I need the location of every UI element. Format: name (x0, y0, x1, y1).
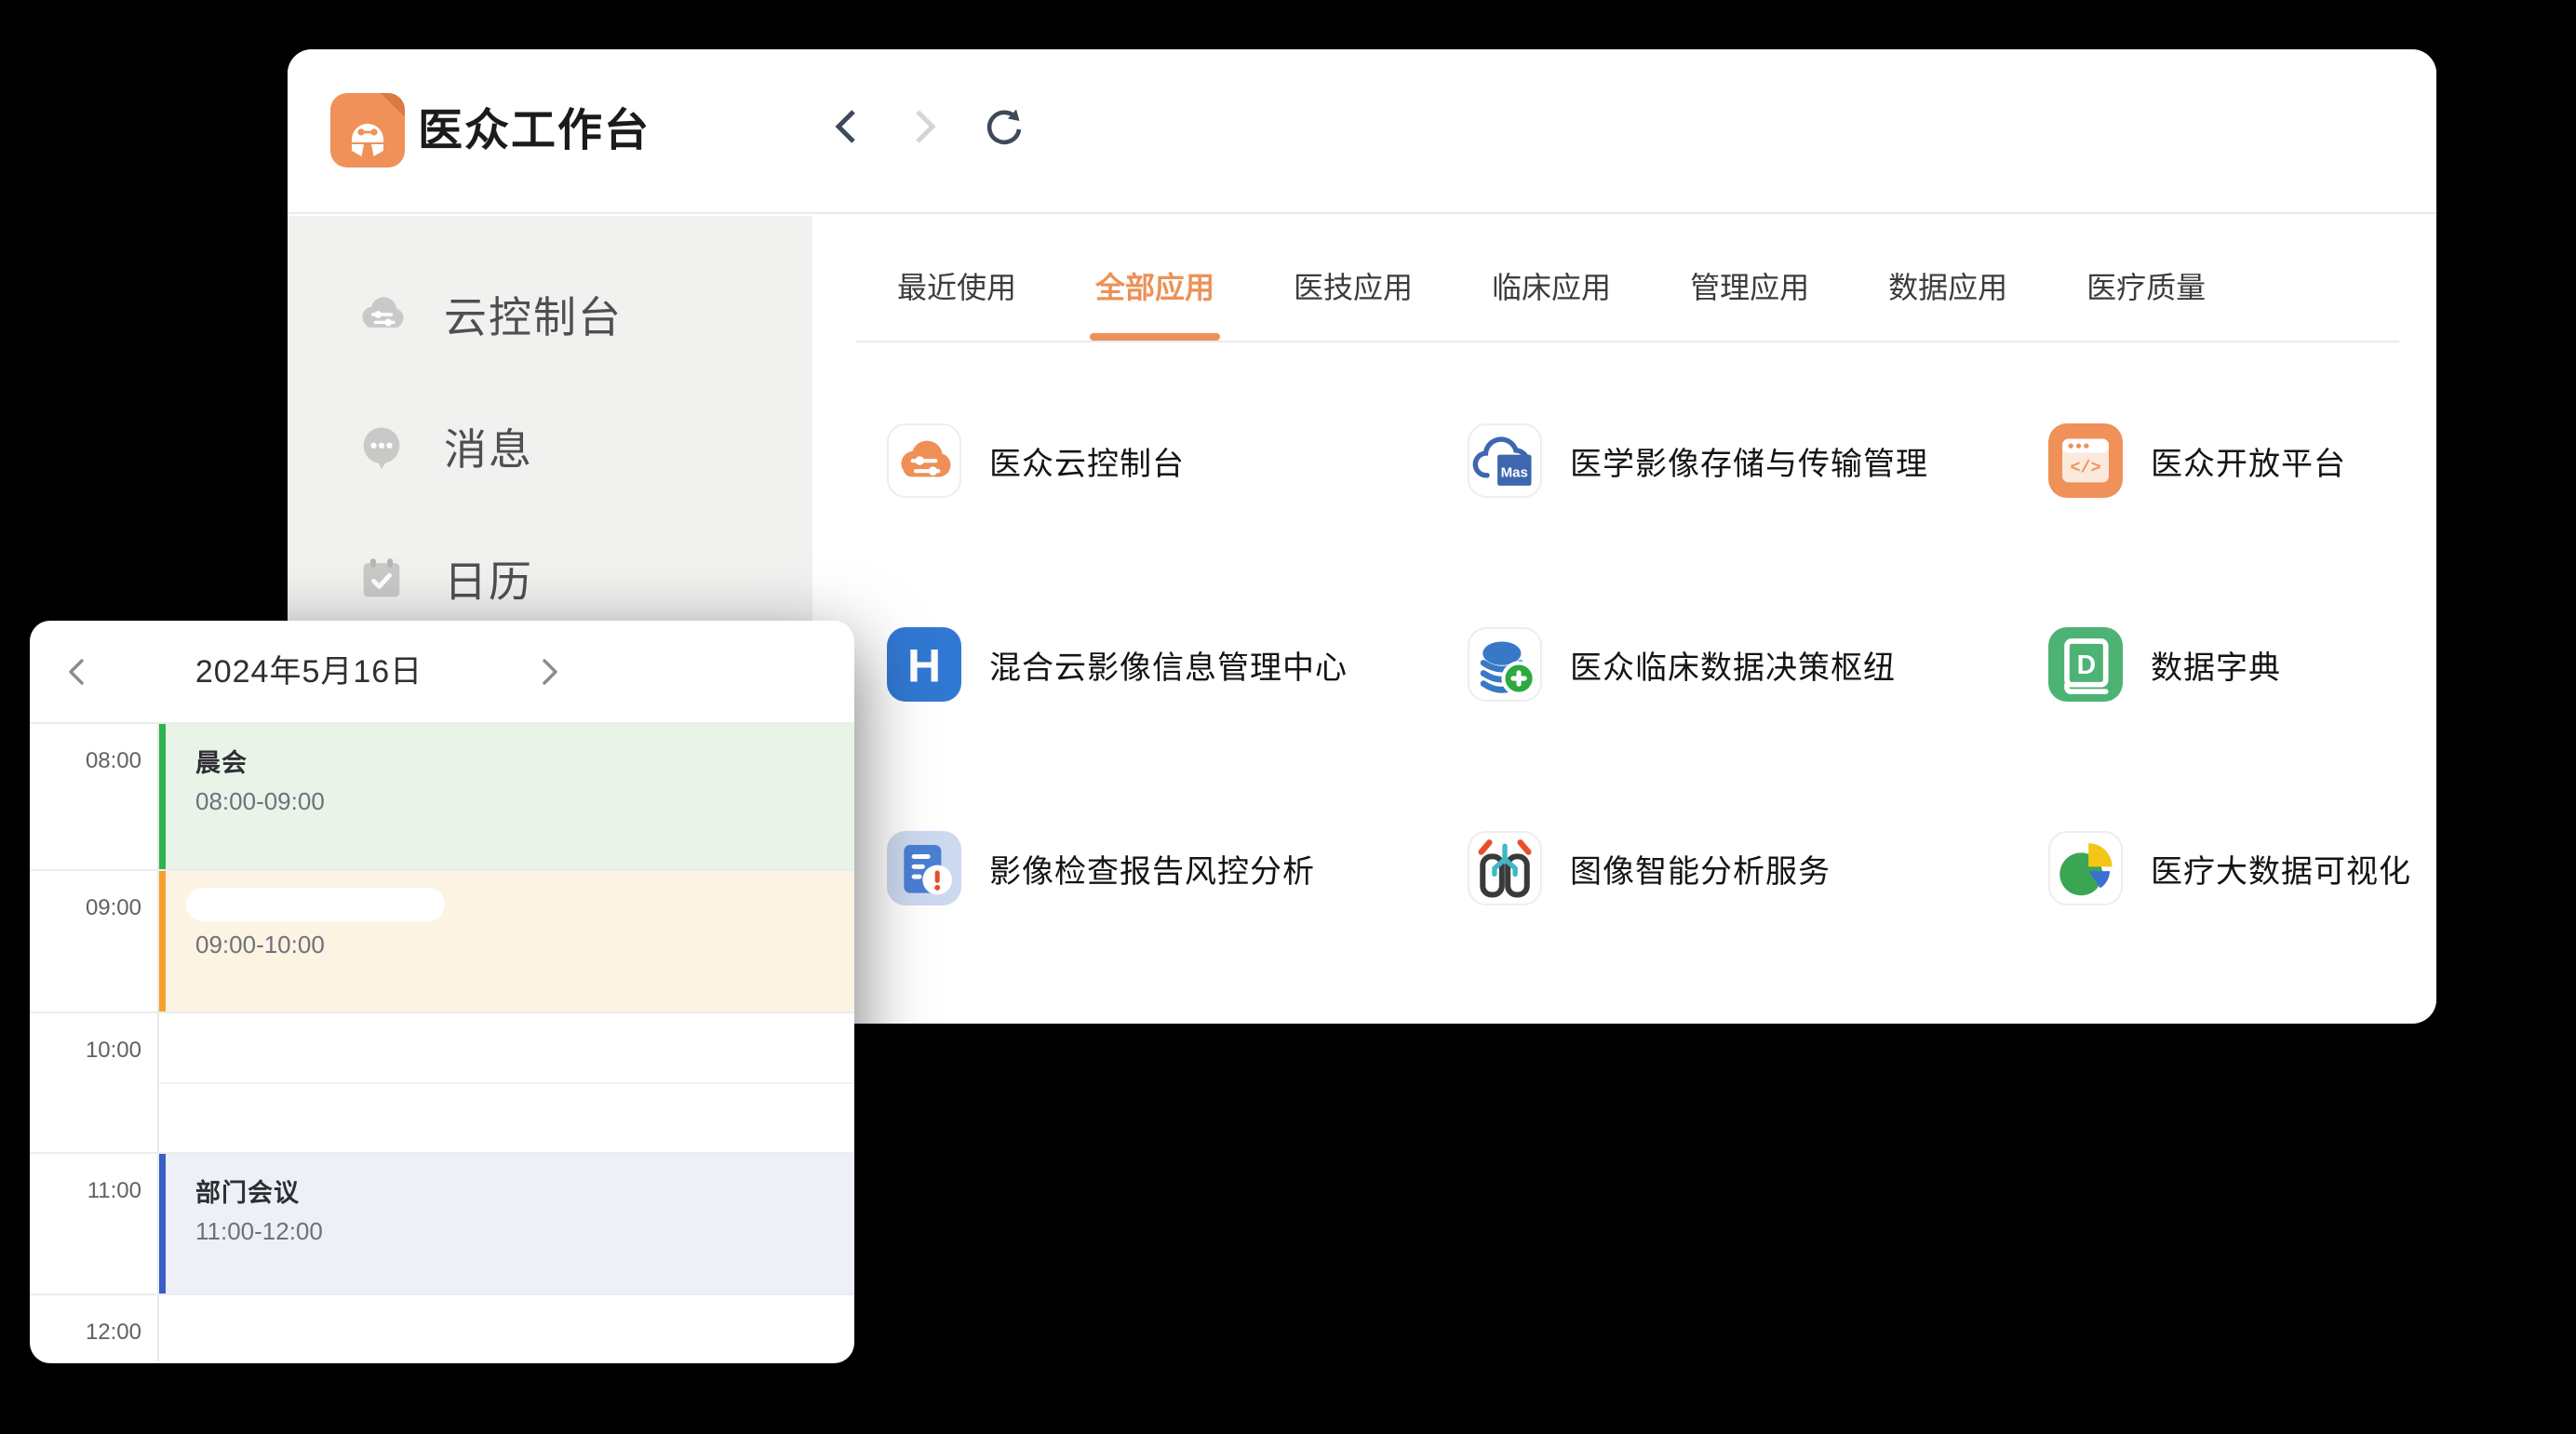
back-button[interactable] (825, 104, 870, 149)
app-label: 医众云控制台 (989, 438, 1185, 484)
app-image-ai-analysis[interactable]: 图像智能分析服务 (1468, 831, 2048, 905)
calendar-event-redacted[interactable]: 09:00-10:00 (159, 871, 854, 1012)
window-header: 医众工作台 (288, 49, 2436, 214)
logo-fold (381, 93, 405, 117)
time-slot-1000[interactable]: 10:00 (30, 1012, 854, 1152)
content-area: 最近使用 全部应用 医技应用 临床应用 管理应用 数据应用 医疗质量 (812, 216, 2436, 1024)
app-hybrid-cloud-center[interactable]: H 混合云影像信息管理中心 (887, 627, 1468, 702)
app-label: 医疗大数据可视化 (2151, 846, 2411, 891)
app-label: 医众开放平台 (2151, 438, 2346, 484)
calendar-day-grid: 08:00 晨会 08:00-09:00 09:00 09:00-10:00 1… (30, 724, 854, 1361)
cloud-sliders-icon (887, 423, 961, 498)
event-title: 晨会 (195, 743, 854, 779)
sidebar-item-label: 日历 (444, 548, 533, 610)
app-title: 医众工作台 (418, 49, 651, 212)
chat-bubble-icon (355, 420, 409, 474)
calendar-check-icon (355, 552, 409, 606)
refresh-icon (981, 104, 1026, 149)
code-window-icon: </> (2048, 423, 2123, 498)
tab-all-apps[interactable]: 全部应用 (1095, 264, 1214, 341)
calendar-event-morning-meeting[interactable]: 晨会 08:00-09:00 (159, 724, 854, 869)
tab-bar: 最近使用 全部应用 医技应用 临床应用 管理应用 数据应用 医疗质量 (856, 216, 2399, 342)
app-report-risk-analysis[interactable]: 影像检查报告风控分析 (887, 831, 1468, 905)
event-time: 11:00-12:00 (195, 1217, 854, 1246)
app-logo-icon (330, 93, 405, 168)
app-label: 混合云影像信息管理中心 (989, 642, 1348, 688)
tab-quality[interactable]: 医疗质量 (2086, 264, 2206, 341)
tab-clinical-apps[interactable]: 临床应用 (1492, 264, 1611, 341)
app-label: 影像检查报告风控分析 (989, 846, 1315, 891)
time-label: 10:00 (30, 1038, 141, 1064)
sidebar-item-label: 云控制台 (444, 284, 623, 345)
app-label: 图像智能分析服务 (1570, 846, 1831, 891)
sidebar-item-label: 消息 (444, 416, 533, 477)
chevron-right-icon (901, 104, 946, 149)
time-label: 12:00 (30, 1320, 141, 1346)
svg-text:D: D (2077, 650, 2096, 680)
tab-medtech-apps[interactable]: 医技应用 (1294, 264, 1413, 341)
calendar-header: 2024年5月16日 (30, 621, 854, 724)
app-image-storage[interactable]: Mas 医学影像存储与传输管理 (1468, 423, 2048, 498)
event-time: 09:00-10:00 (195, 931, 854, 959)
chevron-right-icon (529, 651, 570, 692)
letter-h-icon: H (887, 627, 961, 702)
event-title-redacted-pill (186, 888, 445, 921)
event-title: 部门会议 (195, 1173, 854, 1209)
pie-chart-icon (2048, 831, 2123, 905)
app-clinical-data-hub[interactable]: 医众临床数据决策枢纽 (1468, 627, 2048, 702)
time-slot-0900[interactable]: 09:00 09:00-10:00 (30, 869, 854, 1012)
time-slot-1200[interactable]: 12:00 (30, 1293, 854, 1361)
sidebar-item-messages[interactable]: 消息 (288, 381, 812, 513)
app-cloud-console[interactable]: 医众云控制台 (887, 423, 1468, 498)
calendar-prev-button[interactable] (57, 651, 98, 692)
tab-management-apps[interactable]: 管理应用 (1690, 264, 1809, 341)
cloud-mas-icon: Mas (1468, 423, 1542, 498)
time-label: 11:00 (30, 1178, 141, 1204)
app-label: 医众临床数据决策枢纽 (1570, 642, 1896, 688)
app-data-dictionary[interactable]: D 数据字典 (2048, 627, 2576, 702)
cloud-sliders-icon (355, 288, 409, 342)
forward-button[interactable] (901, 104, 946, 149)
time-label: 09:00 (30, 895, 141, 921)
screenshot-canvas: 医众工作台 (0, 0, 2576, 1434)
app-big-data-visualization[interactable]: 医疗大数据可视化 (2048, 831, 2576, 905)
app-open-platform[interactable]: </> 医众开放平台 (2048, 423, 2576, 498)
sidebar-item-cloud-console[interactable]: 云控制台 (288, 248, 812, 381)
svg-text:H: H (907, 639, 941, 691)
calendar-panel: 2024年5月16日 08:00 晨会 08:00-09:00 09:00 (30, 621, 854, 1363)
time-slot-1100[interactable]: 11:00 部门会议 11:00-12:00 (30, 1152, 854, 1293)
calendar-date: 2024年5月16日 (141, 621, 476, 724)
time-label: 08:00 (30, 748, 141, 774)
event-time: 08:00-09:00 (195, 787, 854, 816)
app-label: 医学影像存储与传输管理 (1570, 438, 1928, 484)
tab-recent[interactable]: 最近使用 (897, 264, 1016, 341)
half-hour-line (159, 1082, 854, 1084)
chevron-left-icon (825, 104, 870, 149)
time-slot-0800[interactable]: 08:00 晨会 08:00-09:00 (30, 724, 854, 869)
app-label: 数据字典 (2151, 642, 2281, 688)
calendar-next-button[interactable] (529, 651, 570, 692)
tab-data-apps[interactable]: 数据应用 (1888, 264, 2007, 341)
svg-text:Mas: Mas (1501, 464, 1528, 480)
calendar-event-department-meeting[interactable]: 部门会议 11:00-12:00 (159, 1154, 854, 1293)
database-plus-icon (1468, 627, 1542, 702)
refresh-button[interactable] (981, 104, 1026, 149)
lungs-icon (1468, 831, 1542, 905)
report-alert-icon (887, 831, 961, 905)
app-grid: 医众云控制台 Mas 医学影像存储与传输管理 (812, 342, 2436, 905)
dictionary-book-icon: D (2048, 627, 2123, 702)
chevron-left-icon (57, 651, 98, 692)
svg-text:</>: </> (2071, 459, 2101, 478)
